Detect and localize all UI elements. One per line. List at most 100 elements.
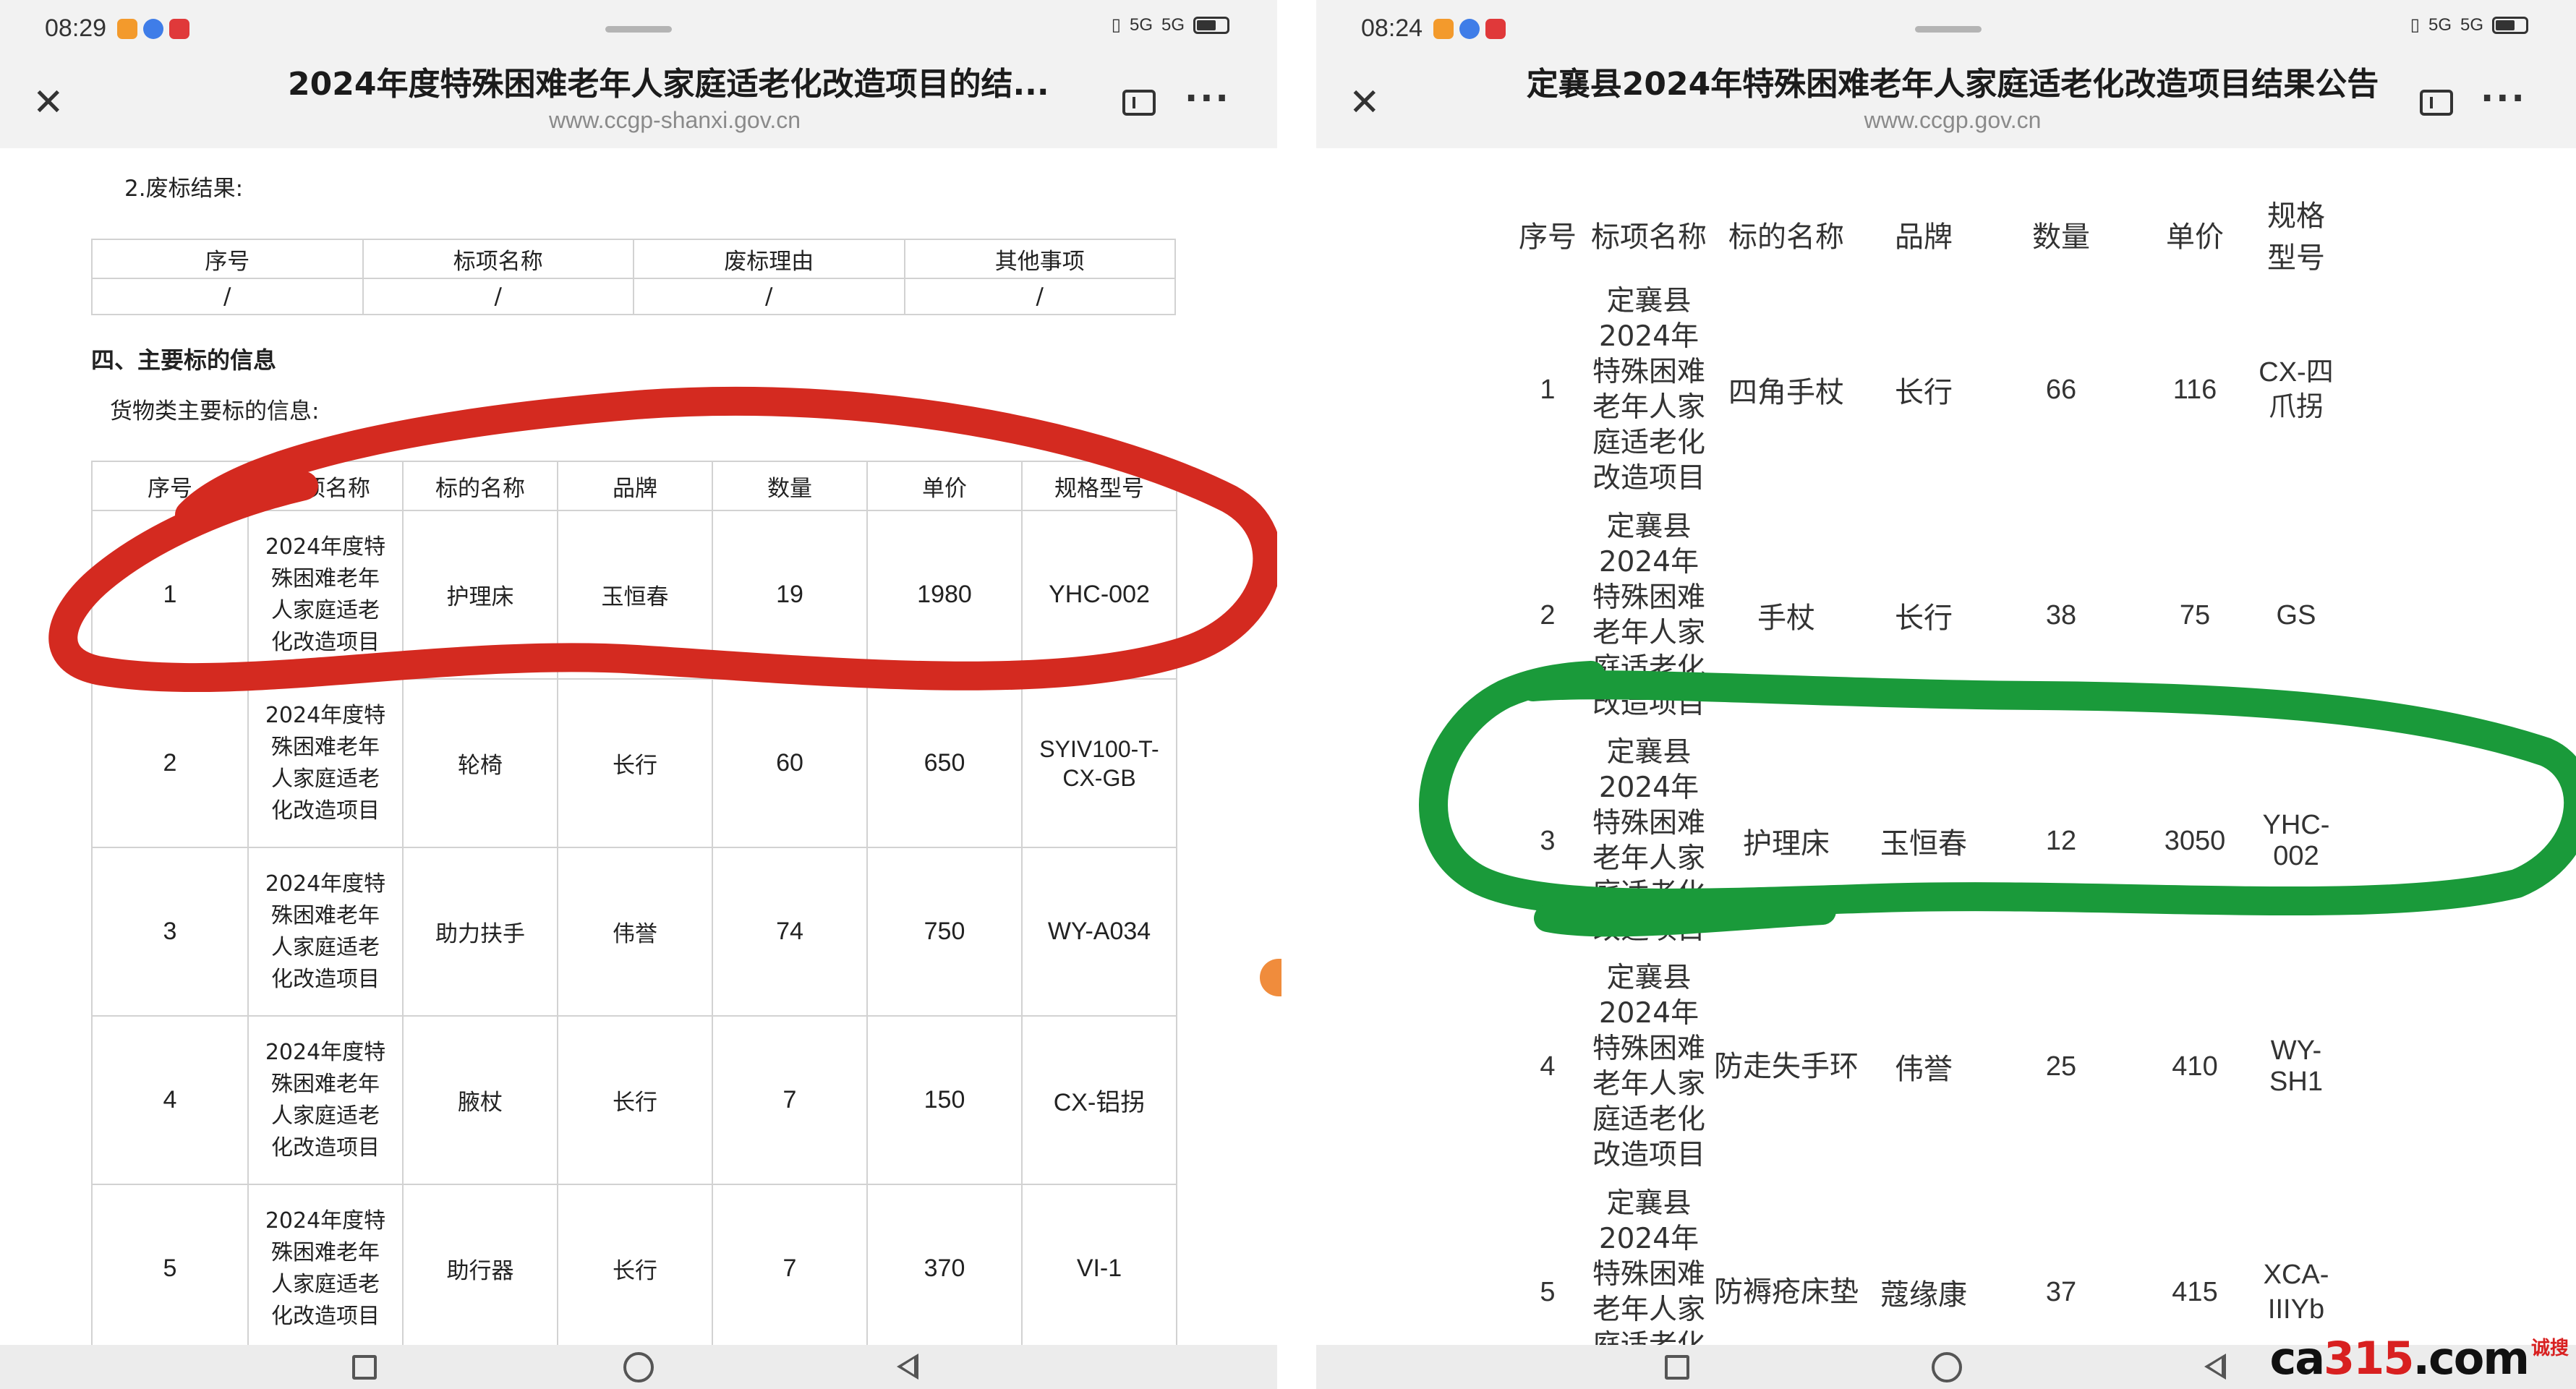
item-name: 防走失手环 (1714, 1050, 1859, 1083)
table-header: 标项名称 (1591, 221, 1707, 254)
model: WY-SH1 (2269, 1035, 2323, 1097)
table-header: 废标理由 (633, 239, 905, 279)
status-bar: 08:29 ▯ 5G 5G (0, 0, 1277, 65)
page-content: 序号 标项名称 标的名称 品牌 数量 单价 规格型号 1 定襄县2024年特殊困… (1316, 148, 2576, 1345)
page-title: 定襄县2024年特殊困难老年人家庭适老化改造项目结果公告 (1526, 66, 2379, 103)
table-row: 3 定襄县2024年特殊困难老年人家庭适老化改造项目 护理床 玉恒春 12 30… (1511, 728, 2336, 954)
brand: 长行 (1895, 602, 1953, 635)
notification-icons (117, 19, 189, 39)
project-name: 定襄县2024年特殊困难老年人家庭适老化改造项目 (1592, 285, 1705, 495)
browser-header: ✕ 定襄县2024年特殊困难老年人家庭适老化改造项目结果公告 www.ccgp.… (1316, 65, 2576, 149)
table-header: 品牌 (1895, 221, 1953, 254)
goods-label: 货物类主要标的信息: (110, 398, 320, 424)
right-phone-screen: 08:24 ▯ 5G 5G ✕ 定襄县2024年特殊困难老年人家庭适老化改造项目… (1316, 0, 2576, 1389)
model: YHC-002 (2262, 810, 2330, 871)
signal-icon: 5G (2428, 14, 2452, 35)
table-header: 序号 (91, 461, 249, 511)
table-header: 规格型号 (1021, 461, 1177, 511)
table-row: 1 2024年度特殊困难老年人家庭适老化改造项目 护理床 玉恒春 19 1980… (91, 510, 1177, 680)
row-number: 1 (91, 510, 249, 680)
left-phone-screen: 08:29 ▯ 5G 5G ✕ 2024年度特殊困难老年人家庭适老化改造项目的结… (0, 0, 1277, 1389)
project-name: 2024年度特殊困难老年人家庭适老化改造项目 (247, 678, 404, 848)
close-icon[interactable]: ✕ (33, 84, 64, 121)
model: CX-四爪拐 (2259, 357, 2334, 422)
unit-price: 650 (866, 678, 1023, 848)
page-content: 2.废标结果: 序号 标项名称 废标理由 其他事项 / / / / 四、主要标的… (0, 148, 1277, 1345)
unit-price: 410 (2172, 1051, 2218, 1082)
project-name: 定襄县2024年特殊困难老年人家庭适老化改造项目 (1592, 962, 1705, 1171)
model: XCA-IIIYb (2263, 1260, 2329, 1325)
app-notification-icon (143, 19, 163, 39)
status-time: 08:24 (1361, 14, 1423, 42)
reader-mode-icon[interactable] (1122, 90, 1156, 116)
table-header: 序号 (91, 239, 364, 279)
page-url[interactable]: www.ccgp-shanxi.gov.cn (288, 106, 1062, 134)
status-bar: 08:24 ▯ 5G 5G (1316, 0, 2576, 65)
table-header: 标的名称 (1728, 221, 1844, 254)
table-header: 数量 (2032, 221, 2090, 254)
brand: 玉恒春 (557, 510, 713, 680)
status-indicators: ▯ 5G 5G (1112, 14, 1229, 35)
table-row: 3 2024年度特殊困难老年人家庭适老化改造项目 助力扶手 伟誉 74 750 … (91, 847, 1177, 1017)
row-number: 4 (91, 1015, 249, 1185)
recent-apps-icon[interactable] (352, 1355, 377, 1380)
signal-icon: 5G (1161, 14, 1185, 35)
row-number: 5 (1540, 1276, 1556, 1307)
item-name: 助力扶手 (402, 847, 558, 1017)
item-name: 手杖 (1757, 602, 1815, 635)
model: SYIV100-T-CX-GB (1021, 678, 1177, 848)
project-name: 定襄县2024年特殊困难老年人家庭适老化改造项目 (1592, 510, 1705, 720)
table-header: 单价 (2166, 221, 2224, 254)
app-notification-icon (1433, 19, 1454, 39)
drag-handle[interactable] (605, 26, 672, 33)
home-icon[interactable] (1932, 1352, 1962, 1382)
brand: 伟誉 (557, 847, 713, 1017)
home-icon[interactable] (623, 1352, 654, 1382)
project-name: 定襄县2024年特殊困难老年人家庭适老化改造项目 (1592, 1187, 1705, 1345)
unit-price: 150 (866, 1015, 1023, 1185)
brand: 玉恒春 (1880, 827, 1967, 860)
item-name: 助行器 (402, 1184, 558, 1345)
more-options-icon[interactable]: ··· (1185, 81, 1231, 116)
table-row: 2 定襄县2024年特殊困难老年人家庭适老化改造项目 手杖 长行 38 75 G… (1511, 503, 2336, 728)
row-number: 3 (91, 847, 249, 1017)
row-number: 3 (1540, 825, 1556, 856)
table-header: 标项名称 (362, 239, 634, 279)
table-header: 单价 (866, 461, 1023, 511)
unit-price: 3050 (2164, 825, 2226, 856)
project-name: 2024年度特殊困难老年人家庭适老化改造项目 (247, 510, 404, 680)
unit-price: 750 (866, 847, 1023, 1017)
status-time: 08:29 (45, 14, 107, 42)
brand: 蔻缘康 (1880, 1278, 1967, 1312)
status-indicators: ▯ 5G 5G (2410, 14, 2528, 35)
quantity: 7 (712, 1184, 868, 1345)
row-number: 4 (1540, 1051, 1556, 1082)
unit-price: 75 (2179, 599, 2211, 631)
unit-price: 1980 (866, 510, 1023, 680)
drag-handle[interactable] (1915, 26, 1982, 33)
more-options-icon[interactable]: ··· (2481, 81, 2527, 116)
model: CX-铝拐 (1021, 1015, 1177, 1185)
back-icon[interactable] (2204, 1354, 2226, 1380)
table-header: 品牌 (557, 461, 713, 511)
app-notification-icon (1485, 19, 1506, 39)
item-name: 四角手杖 (1728, 376, 1844, 409)
brand: 长行 (557, 678, 713, 848)
signal-icon: 5G (2460, 14, 2483, 35)
table-row: 1 定襄县2024年特殊困难老年人家庭适老化改造项目 四角手杖 长行 66 11… (1511, 277, 2336, 503)
unit-price: 116 (2172, 374, 2217, 405)
row-number: 2 (1540, 599, 1556, 631)
brand: 长行 (1895, 376, 1953, 409)
app-notification-icon (169, 19, 189, 39)
quantity: 74 (712, 847, 868, 1017)
row-number: 2 (91, 678, 249, 848)
project-name: 2024年度特殊困难老年人家庭适老化改造项目 (247, 1184, 404, 1345)
recent-apps-icon[interactable] (1665, 1355, 1689, 1380)
back-icon[interactable] (897, 1354, 918, 1380)
page-url[interactable]: www.ccgp.gov.cn (1519, 106, 2387, 134)
signal-icon: 5G (1129, 14, 1153, 35)
reader-mode-icon[interactable] (2420, 90, 2453, 116)
close-icon[interactable]: ✕ (1349, 84, 1381, 121)
table-cell: / (91, 278, 364, 315)
quantity: 60 (712, 678, 868, 848)
